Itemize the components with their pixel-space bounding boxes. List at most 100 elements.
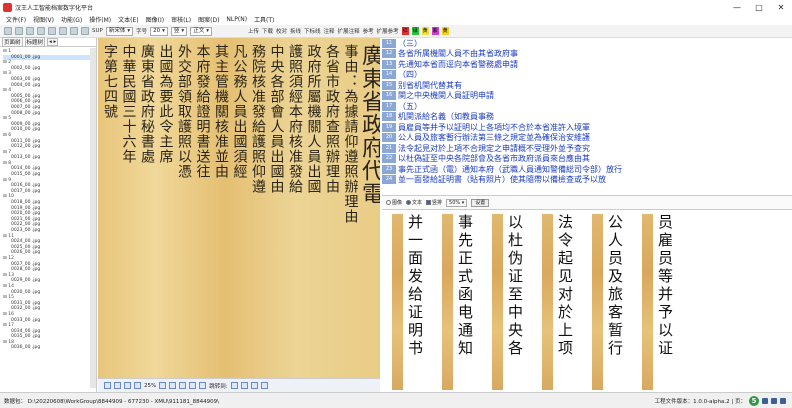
color-purple-button[interactable]: 紫 [431, 27, 439, 35]
reference-button[interactable]: 参考 [363, 27, 374, 35]
text-line[interactable]: 15 别省机関代替其有 [382, 80, 792, 91]
image-radio[interactable]: 图像 [386, 199, 402, 206]
line-text[interactable]: 机関派給名義（如教員事務 [398, 111, 494, 122]
strip-text: 员雇员等并予以证 [656, 214, 674, 358]
columns-icon[interactable] [81, 27, 89, 35]
text-line[interactable]: 18 机関派給名義（如教員事務 [382, 112, 792, 123]
first-page-icon[interactable] [169, 382, 177, 389]
zoom-out-icon[interactable] [134, 382, 141, 389]
text-line[interactable]: 21 法令起見对於上項不合規定之申請概不受理外並予查究 [382, 143, 792, 154]
text-line[interactable]: 22 以杜偽証至中央各院部會及各省市政府派員來台應由其 [382, 154, 792, 165]
next-page-icon[interactable] [189, 382, 197, 389]
menu-pattern[interactable]: 图案(D) [198, 15, 219, 24]
line-text[interactable]: 别省机関代替其有 [398, 80, 462, 91]
text-line[interactable]: 20 公人員及旅客暫行辦法第三條之規定並為確保治安維護 [382, 133, 792, 144]
text-line[interactable]: 19 員雇員等并予以証明以上各項均不合於本省准許入境軍 [382, 122, 792, 133]
tab-title-tree[interactable]: 标题树 [24, 37, 46, 47]
text-radio[interactable]: 文本 [406, 199, 422, 206]
menu-image[interactable]: 图像(I) [146, 15, 164, 24]
line-text[interactable]: 員雇員等并予以証明以上各項均不合於本省准許入境軍 [398, 122, 590, 133]
zoom-in-icon[interactable] [159, 382, 167, 389]
line-text[interactable]: 並一面發給証明書（貼有照片）使其隨帶以備檢查或予以放 [398, 174, 606, 185]
direction-select[interactable]: 竖 ▾ [170, 26, 188, 36]
vertical-checkbox[interactable]: 竖排 [426, 199, 442, 206]
text-line[interactable]: 11 （三） [382, 38, 792, 49]
tray-icon[interactable] [771, 397, 777, 404]
settings-button[interactable]: 设置 [471, 198, 490, 207]
layout-icon[interactable] [70, 27, 78, 35]
menu-review[interactable]: 审核(L) [171, 15, 191, 24]
line-text[interactable]: （三） [398, 38, 422, 49]
line-text[interactable]: 法令起見对於上項不合規定之申請概不受理外並予查究 [398, 143, 590, 154]
jump-prev-icon[interactable] [240, 382, 248, 389]
underline-button[interactable]: 下标线 [304, 27, 321, 35]
color-yellow-button[interactable]: 黄 [421, 27, 429, 35]
color-gold-button[interactable]: 黄 [441, 27, 449, 35]
ocr-text-editor[interactable]: 11 （三） 12 各省所属機關人員不由其省政府事 13 先通知本省而逕向本省警務處申請 1… [382, 38, 792, 196]
annotation-button[interactable]: 注释 [324, 27, 335, 35]
zoom-level[interactable]: 25% [144, 383, 156, 389]
tray-icon[interactable] [780, 397, 786, 404]
paste-icon[interactable] [59, 27, 67, 35]
strip-text: 事先正式函电通知 [456, 214, 474, 358]
line-text[interactable]: （五） [398, 101, 422, 112]
fit-width-icon[interactable] [114, 382, 121, 389]
close-button[interactable]: ✕ [770, 3, 792, 12]
line-text[interactable]: 事先正式函（電）通知本府（武職人員通知警備総司令部）放行 [398, 164, 622, 175]
upload-button[interactable]: 上传 [248, 27, 259, 35]
ext-annotation-button[interactable]: 扩展注释 [338, 27, 360, 35]
line-text[interactable]: （四） [398, 69, 422, 80]
line-text[interactable]: 以杜偽証至中央各院部會及各省市政府派員來台應由其 [398, 153, 590, 164]
strip-zoom-select[interactable]: 50% ▾ [446, 198, 468, 207]
document-scan-image[interactable]: 廣東省政府代電 事由：為據請仰遵照辦理由 各省市政府查照辦理由 政府所屬機關人員出國護… [98, 38, 380, 378]
save-icon[interactable] [15, 27, 23, 35]
tab-scroll-arrows[interactable]: ◂ ▸ [47, 38, 59, 46]
undo-icon[interactable] [26, 27, 34, 35]
split-line-button[interactable]: 拆线 [290, 27, 301, 35]
copy-icon[interactable] [48, 27, 56, 35]
open-icon[interactable] [4, 27, 12, 35]
text-line[interactable]: 14 （四） [382, 70, 792, 81]
jump-last-icon[interactable] [260, 382, 268, 389]
proofread-button[interactable]: 校对 [276, 27, 287, 35]
font-name-select[interactable]: 新宋体 ▾ [105, 26, 134, 36]
font-size-select[interactable]: 20 ▾ [150, 26, 168, 36]
color-green-button[interactable]: 绿 [411, 27, 419, 35]
menu-operate[interactable]: 操作(M) [89, 15, 111, 24]
jump-next-icon[interactable] [250, 382, 258, 389]
menu-tools[interactable]: 工具(T) [254, 15, 274, 24]
actual-size-icon[interactable] [124, 382, 131, 389]
line-text[interactable]: 先通知本省而逕向本省警務處申請 [398, 59, 518, 70]
jump-first-icon[interactable] [230, 382, 238, 389]
tray-icon[interactable] [762, 397, 768, 404]
s5-icon[interactable]: 5 [749, 395, 759, 406]
ext-reference-button[interactable]: 扩展参考 [377, 27, 399, 35]
redo-icon[interactable] [37, 27, 45, 35]
menu-view[interactable]: 视图(V) [33, 15, 54, 24]
last-page-icon[interactable] [199, 382, 207, 389]
menu-nlp[interactable]: NLP(N) [226, 16, 247, 23]
menu-text[interactable]: 文本(E) [118, 15, 138, 24]
sup-button[interactable]: SUP [92, 28, 103, 34]
menu-file[interactable]: 文件(F) [6, 15, 26, 24]
text-line[interactable]: 24 並一面發給証明書（貼有照片）使其隨帶以備檢查或予以放 [382, 175, 792, 186]
text-line[interactable]: 16 関之中央機関人員証明申請 [382, 91, 792, 102]
tab-page-tree[interactable]: 页面树 [2, 37, 23, 47]
download-button[interactable]: 下载 [262, 27, 273, 35]
line-text[interactable]: 公人員及旅客暫行辦法第三條之規定並為確保治安維護 [398, 132, 590, 143]
tree-scrollbar[interactable] [90, 48, 96, 388]
maximize-button[interactable]: □ [748, 3, 770, 12]
minimize-button[interactable]: — [726, 3, 748, 12]
text-line[interactable]: 17 （五） [382, 101, 792, 112]
prev-page-icon[interactable] [179, 382, 187, 389]
text-line[interactable]: 12 各省所属機關人員不由其省政府事 [382, 49, 792, 60]
line-text[interactable]: 各省所属機關人員不由其省政府事 [398, 48, 518, 59]
fit-page-icon[interactable] [104, 382, 111, 389]
menu-function[interactable]: 功能(G) [61, 15, 82, 24]
color-red-button[interactable]: 红 [401, 27, 409, 35]
text-line[interactable]: 23 事先正式函（電）通知本府（武職人員通知警備総司令部）放行 [382, 164, 792, 175]
chars-select[interactable]: 正文 ▾ [190, 26, 212, 36]
tree-file-item[interactable]: 0036_00 .jpg [3, 345, 93, 351]
text-line[interactable]: 13 先通知本省而逕向本省警務處申請 [382, 59, 792, 70]
line-text[interactable]: 関之中央機関人員証明申請 [398, 90, 494, 101]
